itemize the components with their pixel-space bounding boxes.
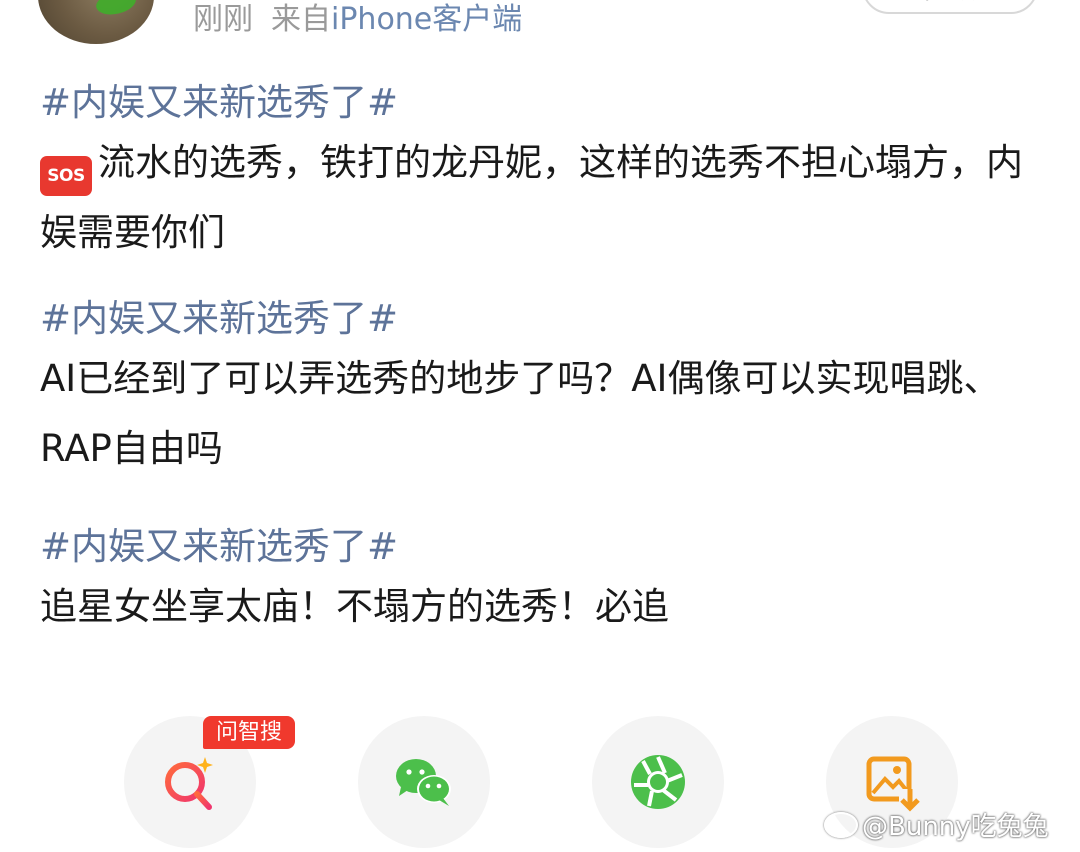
weibo-watermark: @Bunny吃兔兔 <box>824 806 1049 843</box>
follow-button[interactable]: 關飲 <box>862 0 1038 14</box>
post-text: AI已经到了可以弄选秀的地步了吗？AI偶像可以实现唱跳、RAP自由吗 <box>40 357 1001 470</box>
ai-search-badge: 问智搜 <box>203 716 295 749</box>
post-block-2: #内娱又来新选秀了# AI已经到了可以弄选秀的地步了吗？AI偶像可以实现唱跳、R… <box>40 292 1050 484</box>
wechat-share-button[interactable] <box>358 716 490 848</box>
moments-share-button[interactable] <box>592 716 724 848</box>
avatar[interactable] <box>38 0 154 44</box>
post-text: SOS 流水的选秀，铁打的龙丹妮，这样的选秀不担心塌方，内娱需要你们 <box>40 128 1050 268</box>
wechat-icon <box>396 759 451 806</box>
topic-tag[interactable]: #内娱又来新选秀了# <box>40 292 1050 346</box>
client-link[interactable]: iPhone客户端 <box>331 2 522 37</box>
post-block-1: #内娱又来新选秀了# SOS 流水的选秀，铁打的龙丹妮，这样的选秀不担心塌方，内娱… <box>40 76 1050 268</box>
topic-tag[interactable]: #内娱又来新选秀了# <box>40 76 1050 130</box>
post-time: 刚刚 <box>193 2 253 37</box>
weibo-logo-icon <box>824 812 858 838</box>
post-block-3: #内娱又来新选秀了# 追星女坐享太庙！不塌方的选秀！必追 <box>40 520 1050 642</box>
topic-tag[interactable]: #内娱又来新选秀了# <box>40 520 1050 574</box>
ai-search-icon <box>165 757 213 810</box>
post-text: 追星女坐享太庙！不塌方的选秀！必追 <box>40 585 669 628</box>
avatar-image-detail <box>93 0 139 21</box>
watermark-text: @Bunny吃兔兔 <box>862 812 1049 842</box>
post-text-content: 流水的选秀，铁打的龙丹妮，这样的选秀不担心塌方，内娱需要你们 <box>40 141 1023 254</box>
moments-icon <box>631 755 685 809</box>
source-prefix: 来自 <box>271 2 331 37</box>
sos-icon: SOS <box>40 156 92 196</box>
post-meta: 刚刚 来自iPhone客户端 <box>193 0 522 40</box>
